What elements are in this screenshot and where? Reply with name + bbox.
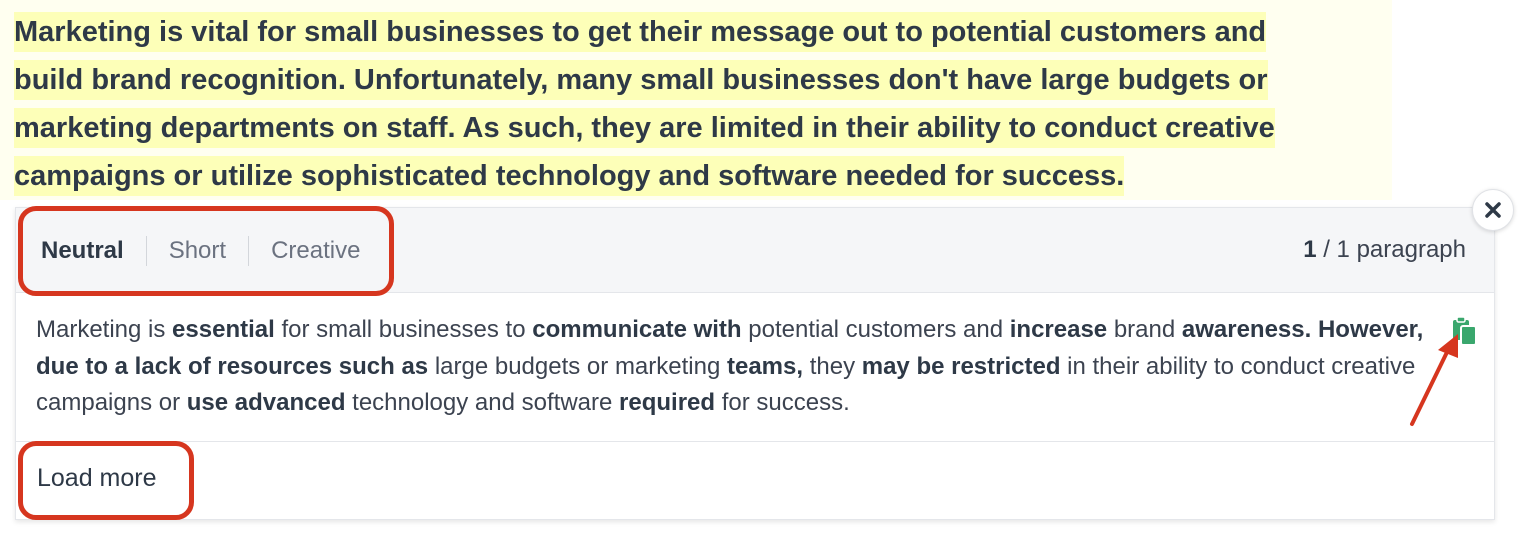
close-button[interactable] (1472, 189, 1514, 231)
paragraph-counter: 1 / 1 paragraph (1303, 236, 1466, 264)
result-text: large budgets or marketing (428, 352, 727, 380)
source-line: build brand recognition. Unfortunately, … (14, 60, 1268, 100)
result-text: potential customers and (741, 316, 1010, 343)
result-text: they (803, 352, 862, 380)
copy-clipboard-icon-graphic (1453, 316, 1477, 346)
close-icon (1485, 202, 1501, 218)
counter-current: 1 (1303, 236, 1317, 263)
mode-tab-short[interactable]: Short (147, 226, 248, 276)
source-paragraph: Marketing is vital for small businesses … (14, 8, 1354, 200)
changed-phrase: use advanced (186, 389, 346, 416)
source-line: marketing departments on staff. As such,… (14, 108, 1275, 148)
mode-tab-creative[interactable]: Creative (249, 226, 382, 276)
changed-phrase: essential (172, 316, 275, 343)
mode-tab-neutral[interactable]: Neutral (26, 226, 146, 276)
result-text: brand (1107, 316, 1182, 343)
changed-phrase: increase (1009, 316, 1108, 343)
card-header: Neutral Short Creative 1 / 1 paragraph (16, 208, 1494, 293)
changed-phrase: teams, (726, 352, 804, 380)
result-text: for small businesses to (274, 316, 533, 343)
changed-phrase: may be restricted (861, 352, 1061, 380)
mode-tabs: Neutral Short Creative (26, 226, 382, 276)
counter-rest: / 1 paragraph (1323, 236, 1466, 263)
result-text: technology and software (345, 389, 620, 416)
card-divider (16, 441, 1494, 442)
copy-clipboard-icon[interactable] (1450, 316, 1478, 346)
load-more-button[interactable]: Load more (37, 464, 157, 493)
source-line: campaigns or utilize sophisticated techn… (14, 156, 1125, 196)
changed-phrase: required (619, 389, 716, 416)
screenshot-stage: Marketing is vital for small businesses … (0, 0, 1530, 536)
changed-phrase: communicate with (532, 316, 742, 343)
result-text: Marketing is (36, 316, 173, 343)
paraphrase-result[interactable]: Marketing is essential for small busines… (36, 312, 1426, 422)
result-text: for success. (715, 389, 850, 416)
source-line: Marketing is vital for small businesses … (14, 12, 1267, 52)
paraphrase-card: Neutral Short Creative 1 / 1 paragraph M… (15, 207, 1495, 520)
